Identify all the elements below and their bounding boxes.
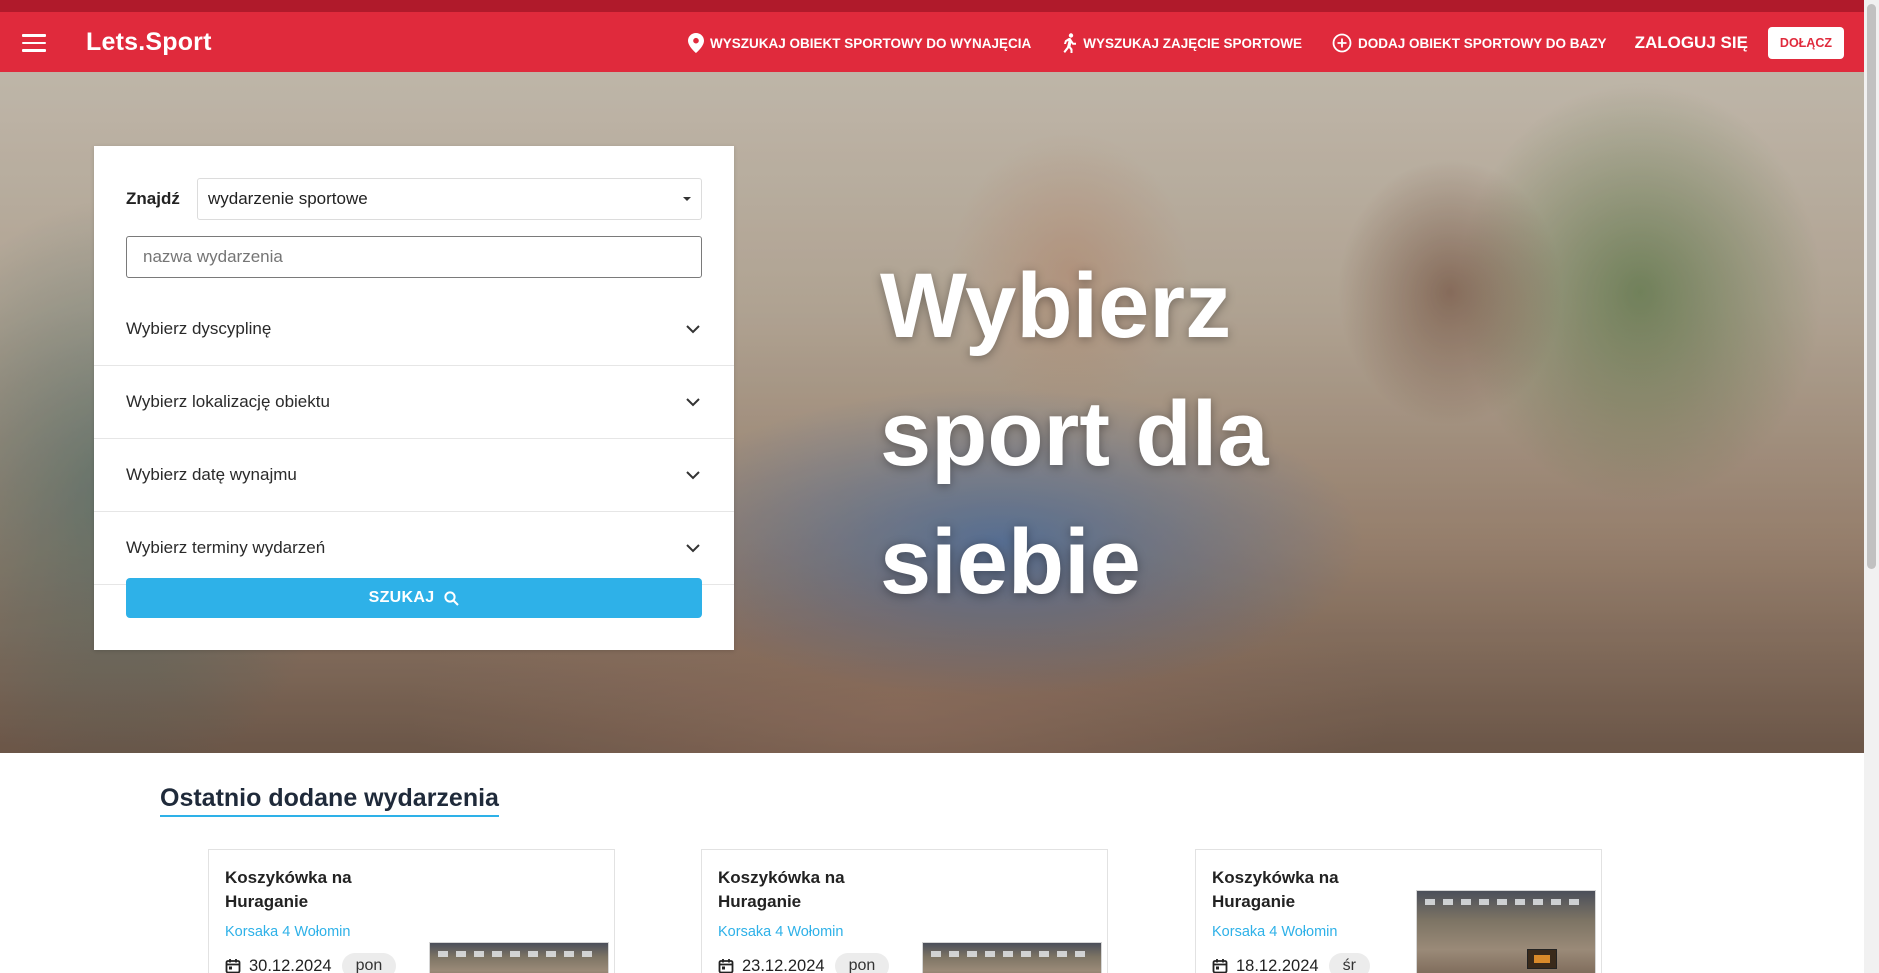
menu-icon[interactable] <box>22 34 46 52</box>
accordion-label: Wybierz datę wynajmu <box>126 465 297 484</box>
top-accent-strip <box>0 0 1864 12</box>
search-button[interactable]: SZUKAJ <box>126 578 702 618</box>
plus-circle-icon <box>1332 33 1352 53</box>
event-card-date-row: 18.12.2024 śr <box>1212 953 1370 973</box>
event-card-date: 18.12.2024 <box>1236 956 1319 973</box>
calendar-icon <box>1212 959 1228 973</box>
nav-find-activity-label: WYSZUKAJ ZAJĘCIE SPORTOWE <box>1083 35 1303 51</box>
accordion-label: Wybierz lokalizację obiektu <box>126 392 330 411</box>
accordion-label: Wybierz dyscyplinę <box>126 319 272 338</box>
event-card-image[interactable] <box>922 942 1102 973</box>
event-card-date: 30.12.2024 <box>249 956 332 973</box>
accordion-location[interactable]: Wybierz lokalizację obiektu <box>94 366 734 439</box>
scoreboard-graphic <box>1527 949 1557 969</box>
calendar-icon <box>225 959 241 973</box>
event-card-date-row: 30.12.2024 pon <box>225 953 397 973</box>
event-card-title[interactable]: Koszykówka na Huraganie <box>225 866 385 914</box>
find-row: Znajdź wydarzenie sportowe <box>126 178 702 220</box>
accordion-rental-date[interactable]: Wybierz datę wynajmu <box>94 439 734 512</box>
search-panel: Znajdź wydarzenie sportowe Wybierz dyscy… <box>94 146 734 650</box>
accordion-discipline[interactable]: Wybierz dyscyplinę <box>94 293 734 366</box>
event-card-day: pon <box>341 953 397 973</box>
nav-add-facility[interactable]: DODAJ OBIEKT SPORTOWY DO BAZY <box>1332 33 1607 53</box>
chevron-down-icon <box>686 397 700 406</box>
event-card[interactable]: Koszykówka na Huraganie Korsaka 4 Wołomi… <box>208 849 615 973</box>
chevron-down-icon <box>686 324 700 333</box>
event-card[interactable]: Koszykówka na Huraganie Korsaka 4 Wołomi… <box>1195 849 1602 973</box>
chevron-down-icon <box>686 470 700 479</box>
scrollbar-thumb[interactable] <box>1867 4 1876 569</box>
calendar-icon <box>718 959 734 973</box>
navbar: Lets.Sport WYSZUKAJ OBIEKT SPORTOWY DO W… <box>0 12 1864 72</box>
nav-find-activity[interactable]: WYSZUKAJ ZAJĘCIE SPORTOWE <box>1061 33 1302 53</box>
location-pin-icon <box>687 33 704 53</box>
event-card-location[interactable]: Korsaka 4 Wołomin <box>225 924 350 940</box>
event-name-input[interactable] <box>126 236 702 278</box>
event-card-title[interactable]: Koszykówka na Huraganie <box>718 866 878 914</box>
event-card-location[interactable]: Korsaka 4 Wołomin <box>1212 924 1337 940</box>
login-link[interactable]: ZALOGUJ SIĘ <box>1635 33 1748 53</box>
search-type-select[interactable]: wydarzenie sportowe <box>197 178 702 220</box>
search-type-value: wydarzenie sportowe <box>208 189 368 208</box>
search-icon <box>444 590 460 606</box>
join-button[interactable]: DOŁĄCZ <box>1767 27 1844 59</box>
page-scrollbar[interactable] <box>1864 0 1879 973</box>
chevron-down-icon <box>686 543 700 552</box>
event-card-day: śr <box>1328 953 1370 973</box>
event-card-image[interactable] <box>429 942 609 973</box>
event-card-day: pon <box>834 953 890 973</box>
nav-find-facility[interactable]: WYSZUKAJ OBIEKT SPORTOWY DO WYNAJĘCIA <box>687 33 1032 53</box>
accordion-event-dates[interactable]: Wybierz terminy wydarzeń <box>94 512 734 585</box>
recent-events-heading: Ostatnio dodane wydarzenia <box>160 784 499 817</box>
event-card-title[interactable]: Koszykówka na Huraganie <box>1212 866 1372 914</box>
event-card-date: 23.12.2024 <box>742 956 825 973</box>
nav-add-facility-label: DODAJ OBIEKT SPORTOWY DO BAZY <box>1358 35 1607 51</box>
nav-find-facility-label: WYSZUKAJ OBIEKT SPORTOWY DO WYNAJĘCIA <box>709 35 1032 51</box>
hero-title: Wybierz sport dla siebie <box>880 255 1269 613</box>
caret-down-icon <box>683 197 691 201</box>
find-label: Znajdź <box>126 189 180 208</box>
search-button-label: SZUKAJ <box>368 589 435 606</box>
runner-icon <box>1063 33 1077 53</box>
event-card-location[interactable]: Korsaka 4 Wołomin <box>718 924 843 940</box>
event-card-date-row: 23.12.2024 pon <box>718 953 890 973</box>
event-card-image[interactable] <box>1416 890 1596 973</box>
brand-logo[interactable]: Lets.Sport <box>86 28 212 57</box>
event-card[interactable]: Koszykówka na Huraganie Korsaka 4 Wołomi… <box>701 849 1108 973</box>
nav-links: WYSZUKAJ OBIEKT SPORTOWY DO WYNAJĘCIA WY… <box>658 26 1844 60</box>
accordion-label: Wybierz terminy wydarzeń <box>126 538 326 557</box>
